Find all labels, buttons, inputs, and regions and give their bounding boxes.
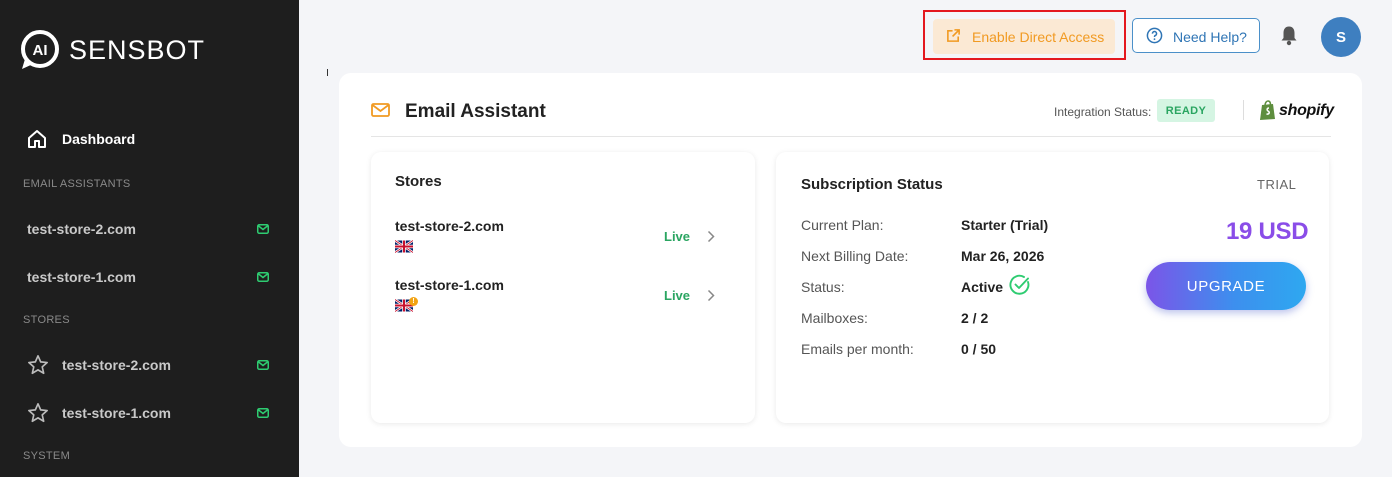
mailboxes-label: Mailboxes: [801,310,868,326]
avatar[interactable]: S [1321,17,1361,57]
ai-chat-logo-icon: AI [19,29,61,71]
sidebar-item-store-1[interactable]: test-store-1.com [0,395,299,431]
chevron-right-icon [707,230,715,243]
status-value: Active [961,279,1004,295]
page-title: Email Assistant [405,101,546,122]
divider [1243,100,1244,120]
email-assistant-card: Email Assistant Integration Status: READ… [339,73,1362,447]
highlight-box [923,10,1126,60]
next-billing-label: Next Billing Date: [801,248,909,264]
emails-per-month-label: Emails per month: [801,341,914,357]
status-badge: READY [1157,99,1215,122]
section-email-assistants: EMAIL ASSISTANTS [23,178,131,190]
emails-per-month-value: 0 / 50 [961,341,997,357]
shopify-logo: shopify [1259,100,1334,121]
current-plan-value: Starter (Trial) [961,217,1049,233]
mail-icon [257,408,269,418]
section-stores: STORES [23,314,70,326]
question-circle-icon [1146,27,1163,44]
shopify-bag-icon [1260,100,1275,120]
uk-flag-icon [395,240,413,253]
subscription-panel: Subscription Status TRIAL Current Plan: … [776,152,1329,423]
store-row-test-store-2[interactable]: test-store-2.com Live [395,218,731,268]
sidebar-item-label: test-store-1.com [27,269,136,285]
mail-icon [371,103,390,117]
sidebar-item-dashboard[interactable]: Dashboard [27,129,135,149]
shopify-wordmark: shopify [1279,101,1334,119]
status-label: Status: [801,279,845,295]
upgrade-button[interactable]: UPGRADE [1146,262,1306,310]
check-circle-icon [1009,274,1030,295]
divider-mark [327,69,328,76]
logo-badge-text: AI [33,42,48,59]
sidebar: AI SENSBOT Dashboard EMAIL ASSISTANTS te… [0,0,299,477]
sidebar-item-email-store-1[interactable]: test-store-1.com [0,259,299,295]
plan-price: 19 USD [1226,218,1309,245]
home-icon [28,130,46,148]
star-icon [28,403,48,423]
need-help-button[interactable]: Need Help? [1132,18,1260,53]
stores-panel: Stores test-store-2.com Live test-store-… [371,152,755,423]
sidebar-item-label: test-store-2.com [62,357,171,373]
sidebar-item-label: test-store-2.com [27,221,136,237]
sidebar-item-email-store-2[interactable]: test-store-2.com [0,211,299,247]
next-billing-value: Mar 26, 2026 [961,248,1045,264]
integration-status-label: Integration Status: [1054,105,1152,119]
store-name: test-store-2.com [395,218,504,234]
stores-title: Stores [395,173,442,190]
subscription-title: Subscription Status [801,176,943,193]
section-system: SYSTEM [23,450,71,462]
store-status: Live [664,229,691,244]
mail-icon [257,224,269,234]
sidebar-item-store-2[interactable]: test-store-2.com [0,347,299,383]
mail-icon [257,360,269,370]
store-row-test-store-1[interactable]: test-store-1.com ! Live [395,277,731,327]
current-plan-label: Current Plan: [801,217,884,233]
star-icon [28,355,48,375]
brand-name: SENSBOT [69,34,206,65]
plan-tier: TRIAL [1257,177,1297,192]
bell-icon[interactable] [1280,25,1298,46]
need-help-label: Need Help? [1173,29,1247,45]
card-header: Email Assistant Integration Status: READ… [371,97,1334,137]
mailboxes-value: 2 / 2 [961,310,989,326]
mail-icon [257,272,269,282]
store-status: Live [664,288,691,303]
brand-logo[interactable]: AI SENSBOT [19,29,205,71]
sidebar-item-label: Dashboard [62,131,136,147]
chevron-right-icon [707,289,715,302]
warning-dot-icon: ! [409,297,418,306]
sidebar-item-label: test-store-1.com [62,405,171,421]
store-name: test-store-1.com [395,277,504,293]
